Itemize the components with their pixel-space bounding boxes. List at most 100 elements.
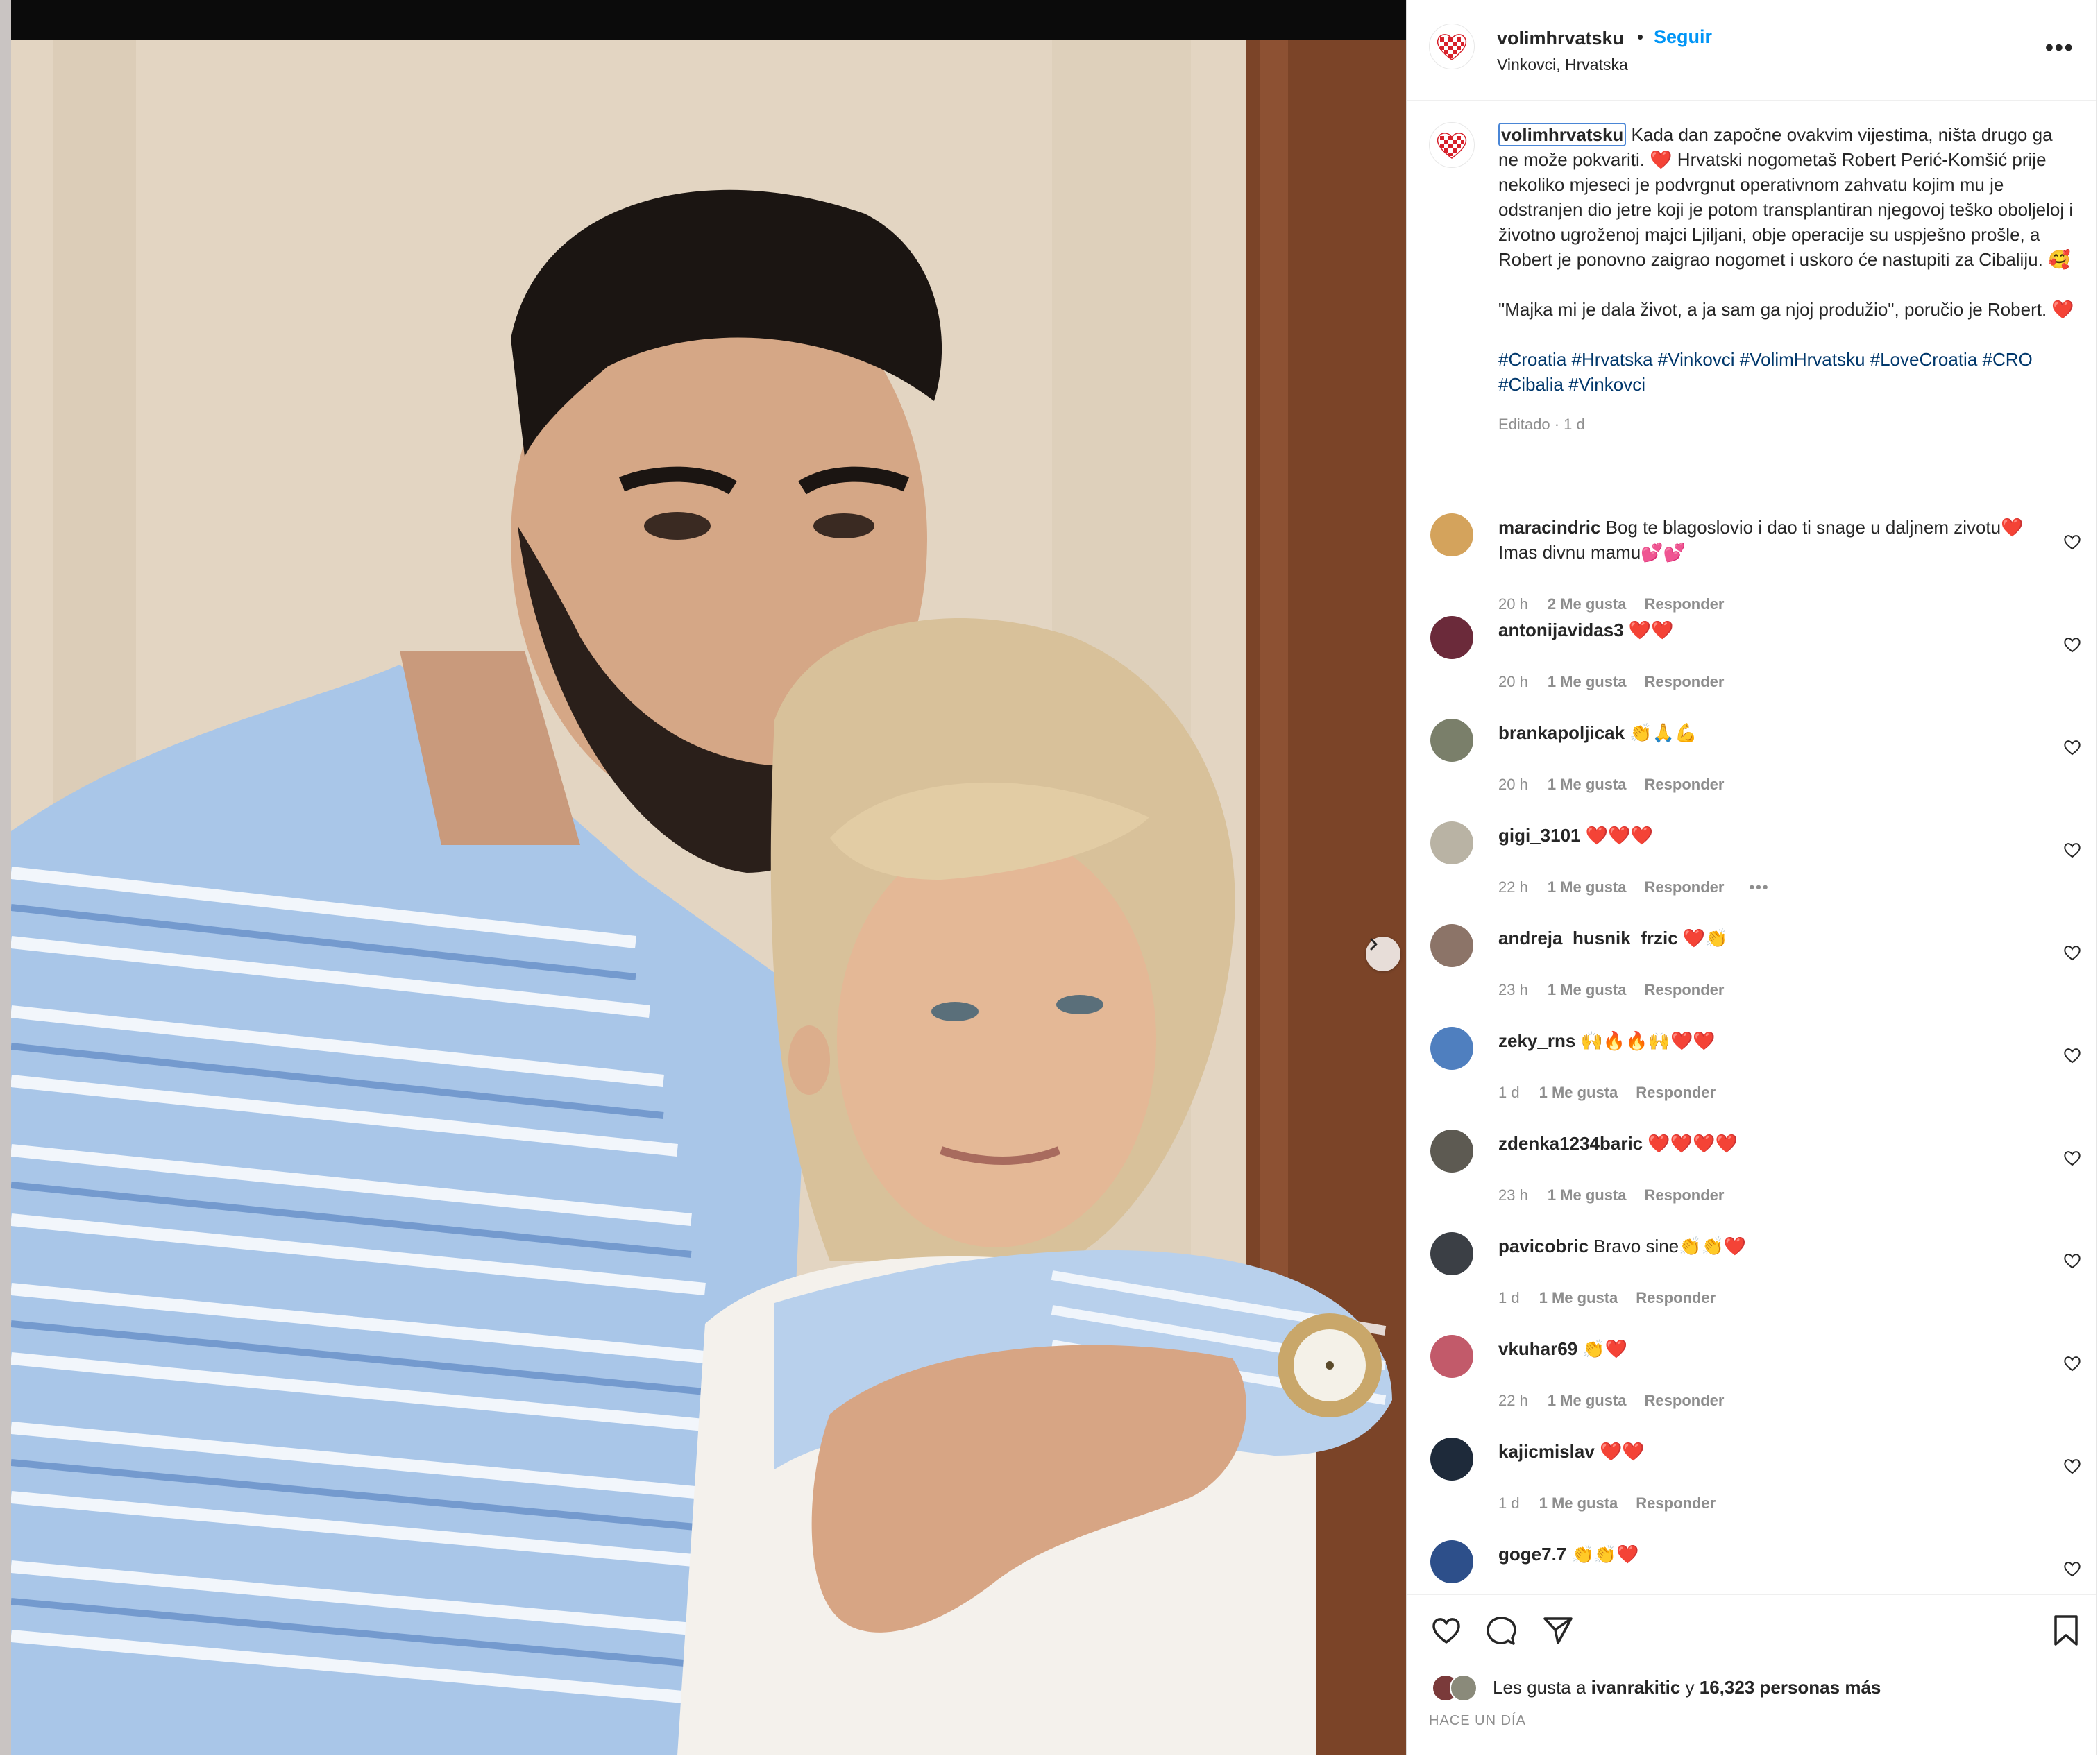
post-time-ago: HACE UN DÍA: [1429, 1713, 1526, 1728]
comment-like-icon[interactable]: [2063, 842, 2081, 859]
comment-row: pavicobric Bravo sine👏👏❤️ 1 d 1 Me gusta Re…: [1407, 1232, 2100, 1335]
caption-text: volimhrvatsku Kada dan započne ovakvim v…: [1498, 122, 2074, 437]
comment-message: Bravo sine👏👏❤️: [1593, 1236, 1747, 1256]
comment-message: ❤️❤️❤️❤️: [1648, 1133, 1738, 1154]
save-bookmark-icon[interactable]: [2052, 1614, 2080, 1646]
comment-reply-button[interactable]: Responder: [1636, 1494, 1716, 1512]
comment-icon[interactable]: [1486, 1616, 1516, 1646]
comment-reply-button[interactable]: Responder: [1645, 673, 1725, 690]
commenter-avatar[interactable]: [1430, 924, 1473, 967]
commenter-avatar[interactable]: [1430, 719, 1473, 762]
comment-reply-button[interactable]: Responder: [1645, 1186, 1725, 1204]
commenter-username[interactable]: gigi_3101: [1498, 825, 1581, 846]
comment-like-icon[interactable]: [2063, 945, 2081, 962]
likes-summary[interactable]: Les gusta a ivanrakitic y 16,323 persona…: [1493, 1677, 1881, 1698]
comment-time: 20 h: [1498, 776, 1528, 793]
commenter-username[interactable]: pavicobric: [1498, 1236, 1589, 1256]
comment-likes[interactable]: 1 Me gusta: [1548, 1392, 1627, 1409]
next-image-button[interactable]: [1366, 937, 1400, 971]
commenter-username[interactable]: vkuhar69: [1498, 1338, 1577, 1359]
follow-button[interactable]: Seguir: [1654, 26, 1712, 48]
comment-like-icon[interactable]: [2063, 1561, 2081, 1578]
comment-reply-button[interactable]: Responder: [1645, 981, 1725, 998]
comment-time: 20 h: [1498, 673, 1528, 690]
share-send-icon[interactable]: [1543, 1616, 1573, 1645]
likes-count[interactable]: 16,323 personas más: [1700, 1677, 1881, 1698]
comment-meta: 20 h 2 Me gusta Responder: [1498, 595, 1724, 613]
comment-likes[interactable]: 1 Me gusta: [1548, 878, 1627, 896]
liker-username[interactable]: ivanrakitic: [1591, 1677, 1681, 1698]
comment-likes[interactable]: 1 Me gusta: [1548, 981, 1627, 998]
comment-reply-button[interactable]: Responder: [1645, 776, 1725, 793]
comment-row: antonijavidas3 ❤️❤️ 20 h 1 Me gusta Respond…: [1407, 616, 2100, 719]
commenter-avatar[interactable]: [1430, 513, 1473, 556]
likes-mid: y: [1680, 1677, 1700, 1698]
comment-like-icon[interactable]: [2063, 637, 2081, 654]
commenter-avatar[interactable]: [1430, 616, 1473, 659]
comment-row: zdenka1234baric ❤️❤️❤️❤️ 23 h 1 Me gusta Re…: [1407, 1130, 2100, 1232]
comment-text: antonijavidas3 ❤️❤️: [1498, 617, 2040, 642]
commenter-avatar[interactable]: [1430, 1027, 1473, 1070]
comment-row: andreja_husnik_frzic ❤️👏 23 h 1 Me gusta Re…: [1407, 924, 2100, 1027]
photo-illustration: [11, 40, 1406, 1755]
caption-username[interactable]: volimhrvatsku: [1498, 123, 1627, 146]
commenter-username[interactable]: brankapoljicak: [1498, 722, 1625, 743]
commenter-avatar[interactable]: [1430, 821, 1473, 864]
comment-likes[interactable]: 1 Me gusta: [1539, 1289, 1618, 1306]
comment-meta: 1 d 1 Me gusta Responder: [1498, 1289, 1716, 1307]
commenter-username[interactable]: zeky_rns: [1498, 1030, 1575, 1051]
commenter-avatar[interactable]: [1430, 1540, 1473, 1583]
comment-likes[interactable]: 2 Me gusta: [1548, 595, 1627, 613]
commenter-username[interactable]: zdenka1234baric: [1498, 1133, 1643, 1154]
commenter-username[interactable]: andreja_husnik_frzic: [1498, 928, 1678, 948]
commenter-username[interactable]: kajicmislav: [1498, 1441, 1595, 1462]
post-username[interactable]: volimhrvatsku: [1497, 28, 1624, 49]
commenter-username[interactable]: antonijavidas3: [1498, 620, 1624, 640]
comment-like-icon[interactable]: [2063, 1253, 2081, 1270]
more-options-icon[interactable]: •••: [2045, 35, 2074, 62]
commenter-username[interactable]: goge7.7: [1498, 1544, 1566, 1565]
post-location[interactable]: Vinkovci, Hrvatska: [1497, 56, 1628, 74]
comment-meta: 22 h 1 Me gusta Responder: [1498, 1392, 1724, 1410]
comment-like-icon[interactable]: [2063, 1150, 2081, 1167]
comment-like-icon[interactable]: [2063, 1356, 2081, 1372]
comment-text: kajicmislav ❤️❤️: [1498, 1439, 2040, 1464]
commenter-username[interactable]: maracindric: [1498, 517, 1600, 538]
comment-row: zeky_rns 🙌🔥🔥🙌❤️❤️ 1 d 1 Me gusta Responder: [1407, 1027, 2100, 1130]
comment-meta: 1 d 1 Me gusta Responder: [1498, 1084, 1716, 1102]
commenter-avatar[interactable]: [1430, 1335, 1473, 1378]
comment-like-icon[interactable]: [2063, 534, 2081, 551]
panel-scroll-edge: [2096, 0, 2100, 1755]
media-top-bar: [11, 0, 1406, 40]
comment-likes[interactable]: 1 Me gusta: [1548, 776, 1627, 793]
comment-reply-button[interactable]: Responder: [1645, 878, 1725, 896]
commenter-avatar[interactable]: [1430, 1232, 1473, 1275]
like-heart-icon[interactable]: [1430, 1616, 1462, 1645]
account-avatar[interactable]: [1429, 24, 1475, 69]
commenter-avatar[interactable]: [1430, 1438, 1473, 1481]
comment-time: 1 d: [1498, 1289, 1520, 1306]
comment-likes[interactable]: 1 Me gusta: [1539, 1494, 1618, 1512]
comment-reply-button[interactable]: Responder: [1645, 595, 1725, 613]
comment-time: 23 h: [1498, 981, 1528, 998]
caption-avatar[interactable]: [1429, 122, 1475, 168]
comment-time: 23 h: [1498, 1186, 1528, 1204]
comment-like-icon[interactable]: [2063, 740, 2081, 756]
comment-likes[interactable]: 1 Me gusta: [1539, 1084, 1618, 1101]
comment-likes[interactable]: 1 Me gusta: [1548, 1186, 1627, 1204]
comment-like-icon[interactable]: [2063, 1458, 2081, 1475]
comment-more-options-icon[interactable]: •••: [1749, 878, 1769, 896]
comment-time: 22 h: [1498, 878, 1528, 896]
comment-meta: 20 h 1 Me gusta Responder: [1498, 673, 1724, 691]
comment-reply-button[interactable]: Responder: [1636, 1289, 1716, 1306]
post-actions: Les gusta a ivanrakitic y 16,323 persona…: [1407, 1594, 2100, 1756]
comment-likes[interactable]: 1 Me gusta: [1548, 673, 1627, 690]
comment-reply-button[interactable]: Responder: [1636, 1084, 1716, 1101]
comment-reply-button[interactable]: Responder: [1645, 1392, 1725, 1409]
comment-like-icon[interactable]: [2063, 1048, 2081, 1064]
commenter-avatar[interactable]: [1430, 1130, 1473, 1173]
comment-text: zeky_rns 🙌🔥🔥🙌❤️❤️: [1498, 1028, 2040, 1053]
separator-dot: •: [1637, 26, 1644, 47]
caption-hashtags[interactable]: #Croatia #Hrvatska #Vinkovci #VolimHrvat…: [1498, 347, 2074, 397]
comment-text: brankapoljicak 👏🙏💪: [1498, 720, 2040, 745]
